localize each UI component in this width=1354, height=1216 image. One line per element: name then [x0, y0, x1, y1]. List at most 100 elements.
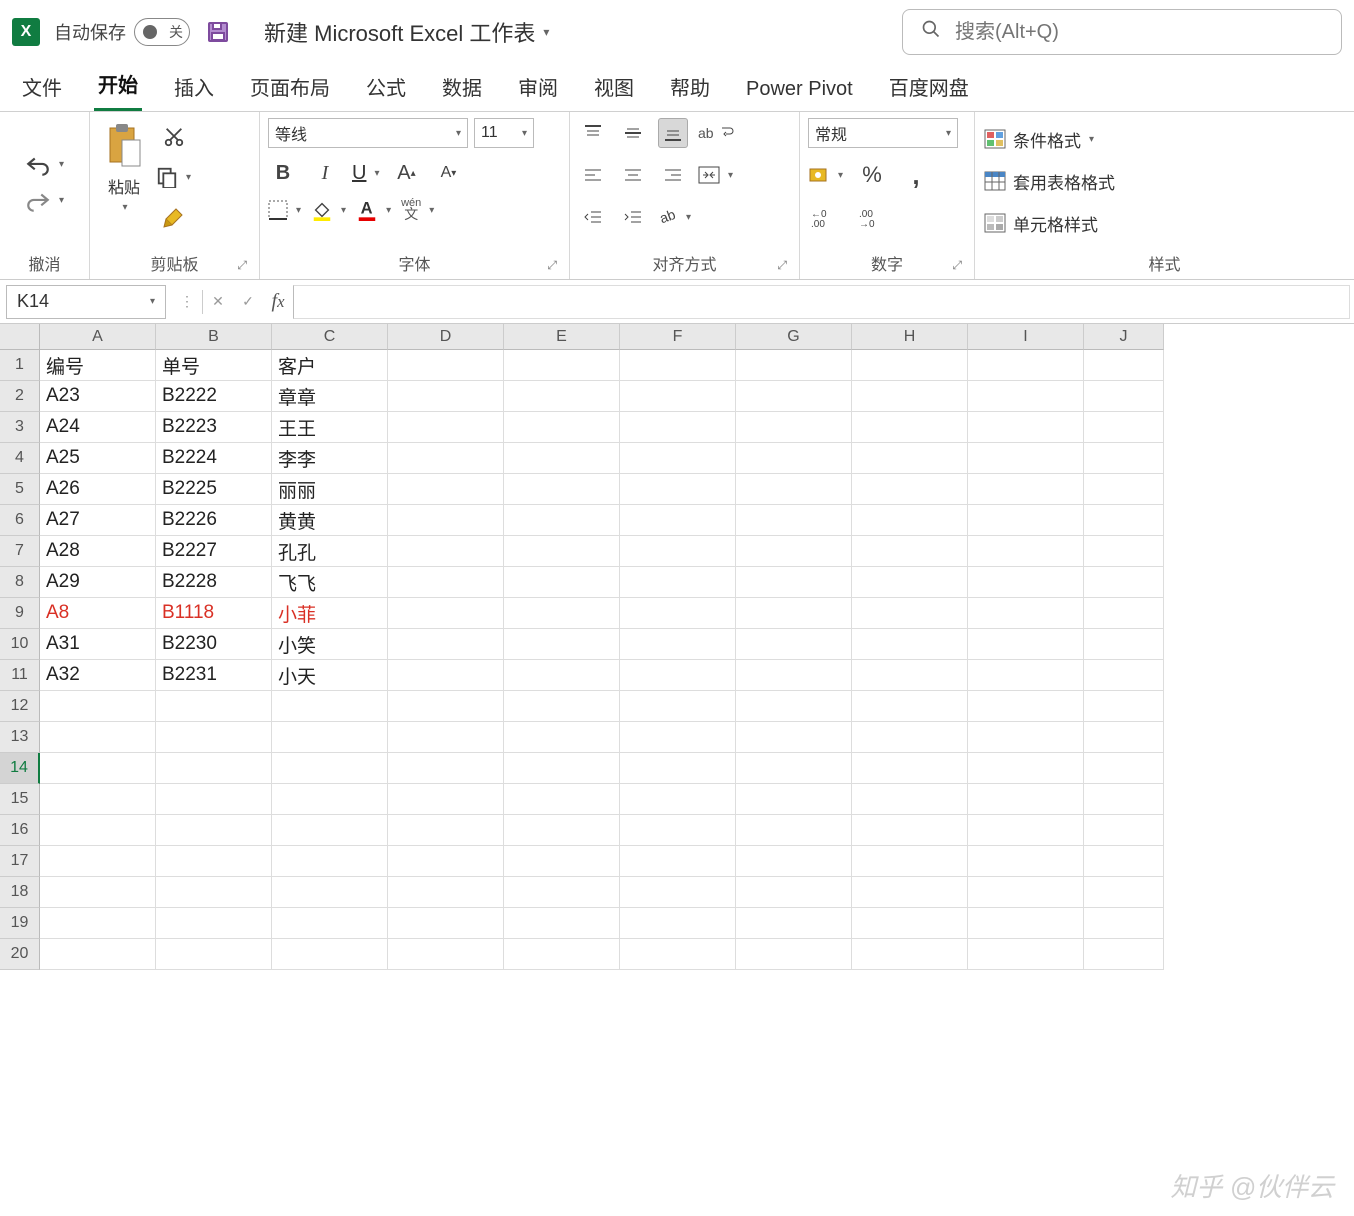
tab-公式[interactable]: 公式: [362, 64, 410, 111]
cell[interactable]: [852, 536, 968, 567]
cell[interactable]: [736, 877, 852, 908]
cell[interactable]: [388, 350, 504, 381]
tab-视图[interactable]: 视图: [590, 64, 638, 111]
save-button[interactable]: [204, 18, 232, 46]
cell[interactable]: [40, 722, 156, 753]
copy-button[interactable]: ▾: [156, 166, 191, 188]
cell[interactable]: [852, 412, 968, 443]
cell[interactable]: [968, 660, 1084, 691]
merge-center-button[interactable]: ▾: [698, 166, 733, 184]
cell[interactable]: A25: [40, 443, 156, 474]
grow-font-button[interactable]: A▴: [391, 158, 421, 188]
redo-button[interactable]: ▾: [25, 190, 64, 212]
cell[interactable]: [272, 877, 388, 908]
cell[interactable]: [1084, 722, 1164, 753]
cell[interactable]: [620, 350, 736, 381]
cell[interactable]: [620, 660, 736, 691]
cell[interactable]: [156, 908, 272, 939]
cell[interactable]: [40, 908, 156, 939]
cell[interactable]: [388, 877, 504, 908]
cell[interactable]: [1084, 815, 1164, 846]
dialog-launcher-icon[interactable]: ⤢: [237, 258, 247, 273]
cell[interactable]: [968, 412, 1084, 443]
cell[interactable]: B2224: [156, 443, 272, 474]
cell[interactable]: [504, 505, 620, 536]
select-all-corner[interactable]: [0, 324, 40, 350]
cell[interactable]: [1084, 350, 1164, 381]
cell[interactable]: [852, 753, 968, 784]
cell[interactable]: [852, 381, 968, 412]
cell[interactable]: [852, 939, 968, 970]
column-header[interactable]: C: [272, 324, 388, 350]
cell[interactable]: [620, 846, 736, 877]
cell[interactable]: [736, 753, 852, 784]
dialog-launcher-icon[interactable]: ⤢: [952, 258, 962, 273]
font-color-button[interactable]: A ▾: [356, 199, 391, 221]
cell[interactable]: [388, 629, 504, 660]
cell[interactable]: [620, 474, 736, 505]
cell[interactable]: [852, 908, 968, 939]
cell[interactable]: [504, 598, 620, 629]
cell[interactable]: A31: [40, 629, 156, 660]
borders-button[interactable]: ▾: [268, 200, 301, 220]
cell[interactable]: B2230: [156, 629, 272, 660]
cell[interactable]: [620, 691, 736, 722]
cell[interactable]: [1084, 443, 1164, 474]
cell[interactable]: [388, 536, 504, 567]
cell[interactable]: [156, 722, 272, 753]
align-bottom-button[interactable]: [658, 118, 688, 148]
conditional-formatting-button[interactable]: 条件格式▾: [983, 122, 1094, 156]
format-painter-button[interactable]: [159, 202, 189, 232]
cell[interactable]: [504, 722, 620, 753]
cell[interactable]: [1084, 629, 1164, 660]
cell[interactable]: [272, 691, 388, 722]
cell[interactable]: [620, 815, 736, 846]
row-header[interactable]: 12: [0, 691, 40, 722]
cell[interactable]: [968, 908, 1084, 939]
cell[interactable]: [736, 474, 852, 505]
undo-button[interactable]: ▾: [25, 154, 64, 176]
cell[interactable]: [156, 815, 272, 846]
cell[interactable]: [968, 939, 1084, 970]
cell[interactable]: [852, 350, 968, 381]
cell[interactable]: A23: [40, 381, 156, 412]
cell[interactable]: [272, 722, 388, 753]
cell[interactable]: [504, 536, 620, 567]
cell[interactable]: [736, 660, 852, 691]
tab-帮助[interactable]: 帮助: [666, 64, 714, 111]
tab-文件[interactable]: 文件: [18, 64, 66, 111]
cell[interactable]: [388, 474, 504, 505]
cell[interactable]: 客户: [272, 350, 388, 381]
cell[interactable]: [1084, 536, 1164, 567]
cell[interactable]: [852, 505, 968, 536]
cell[interactable]: [1084, 908, 1164, 939]
cell[interactable]: [156, 877, 272, 908]
document-title[interactable]: 新建 Microsoft Excel 工作表 ▾: [264, 16, 549, 48]
cell[interactable]: [504, 877, 620, 908]
align-center-button[interactable]: [618, 160, 648, 190]
row-header[interactable]: 1: [0, 350, 40, 381]
cell[interactable]: [736, 784, 852, 815]
cell[interactable]: [736, 598, 852, 629]
cell[interactable]: [272, 784, 388, 815]
dialog-launcher-icon[interactable]: ⤢: [547, 258, 557, 273]
underline-button[interactable]: U▾: [352, 162, 379, 185]
cell[interactable]: [388, 908, 504, 939]
expand-button[interactable]: ⋮: [172, 287, 202, 317]
cell[interactable]: [504, 846, 620, 877]
cell[interactable]: B2222: [156, 381, 272, 412]
column-header[interactable]: A: [40, 324, 156, 350]
cell[interactable]: [1084, 598, 1164, 629]
comma-button[interactable]: ,: [901, 160, 931, 190]
cell[interactable]: [852, 598, 968, 629]
cell[interactable]: [504, 567, 620, 598]
cell[interactable]: [388, 691, 504, 722]
cell[interactable]: [852, 567, 968, 598]
decrease-indent-button[interactable]: [578, 202, 608, 232]
cell[interactable]: [504, 939, 620, 970]
cell[interactable]: [968, 567, 1084, 598]
row-header[interactable]: 13: [0, 722, 40, 753]
cell[interactable]: [968, 815, 1084, 846]
cell[interactable]: [504, 660, 620, 691]
cell[interactable]: [736, 691, 852, 722]
